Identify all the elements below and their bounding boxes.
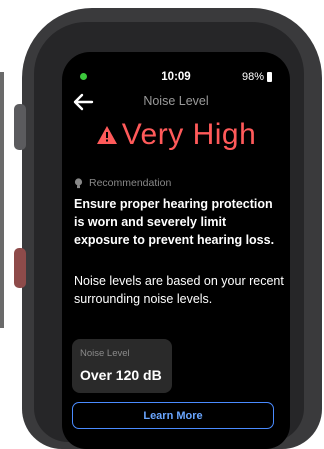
side-button-lower[interactable] — [14, 248, 26, 288]
status-battery: 98% — [242, 71, 272, 83]
page-title: Noise Level — [143, 94, 209, 108]
noise-card-label: Noise Level — [80, 348, 130, 359]
learn-more-button[interactable]: Learn More — [72, 402, 274, 429]
noise-card-value: Over 120 dB — [80, 367, 162, 383]
noise-level-text: Very High — [121, 118, 257, 151]
recommendation-text: Ensure proper hearing protection is worn… — [74, 197, 275, 247]
noise-level-status: Very High — [62, 118, 290, 152]
side-button-upper[interactable] — [14, 104, 26, 150]
adjacent-panel-edge — [0, 72, 4, 328]
battery-percent: 98% — [241, 71, 264, 83]
noise-level-card: Noise Level Over 120 dB — [72, 339, 172, 393]
warning-icon — [96, 126, 117, 144]
recommendation-header: Recommendation — [74, 177, 171, 189]
lightbulb-icon — [74, 177, 83, 188]
recommendation-label: Recommendation — [89, 177, 172, 189]
watch-screen: 10:09 98% Noise Level Very High Recommen… — [62, 52, 290, 449]
info-text: Noise levels are based on your recent su… — [74, 274, 284, 306]
battery-icon — [267, 72, 272, 82]
